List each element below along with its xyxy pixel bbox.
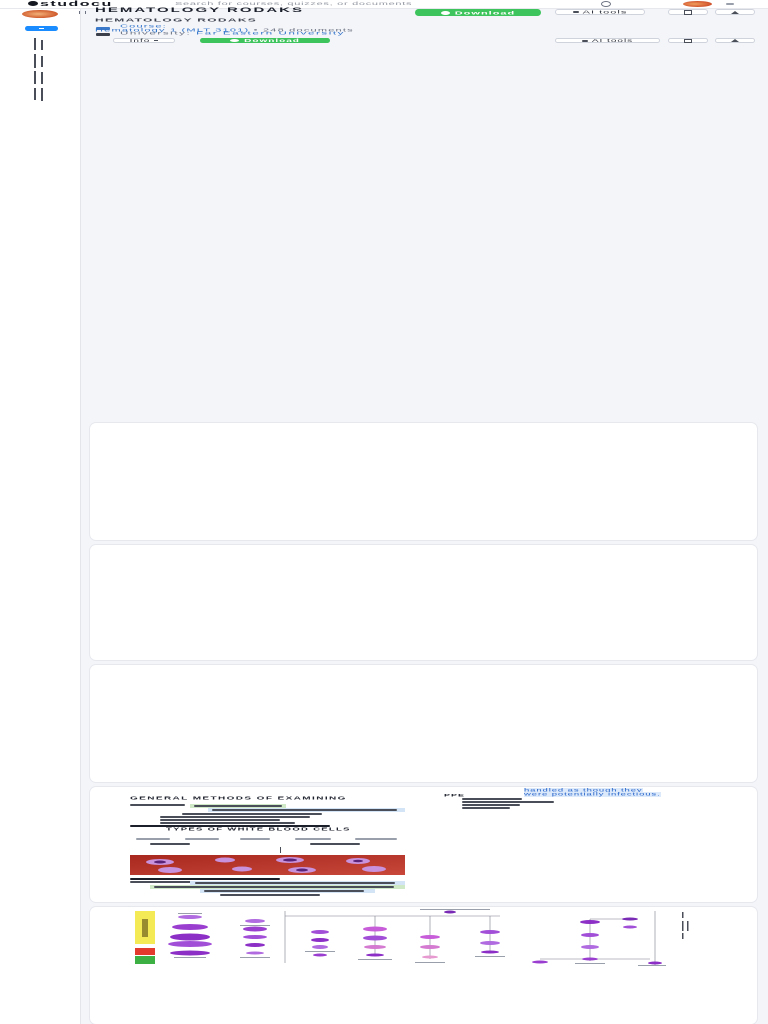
- text-line: [194, 805, 282, 807]
- download-button[interactable]: Download: [415, 9, 541, 16]
- share-button[interactable]: [715, 9, 755, 15]
- sidebar-item-icon: [34, 88, 36, 100]
- university-line: University: Far Eastern University: [120, 31, 345, 36]
- sidebar-item[interactable]: [30, 71, 50, 85]
- cell-label: [185, 838, 219, 840]
- cell-label: [240, 838, 270, 840]
- university-link[interactable]: Far Eastern University: [196, 31, 345, 36]
- create-button[interactable]: [25, 26, 58, 31]
- text-line: [182, 813, 322, 815]
- highlighted-note: were potentially infectious.: [524, 792, 661, 797]
- sidebar-item-icon: [41, 40, 43, 50]
- document-page-1: [90, 423, 757, 540]
- share-button-secondary[interactable]: [715, 38, 755, 43]
- text-line: [204, 890, 364, 892]
- ppe-list-item: [462, 807, 510, 809]
- cloud-download-icon: [440, 10, 450, 15]
- document-page-4: handled as though they were potentially …: [90, 787, 757, 902]
- ppe-list-item: [462, 801, 554, 803]
- document-page-2: [90, 545, 757, 660]
- cell-label: [295, 838, 331, 840]
- lineage-legend-blocks: [135, 911, 155, 964]
- sidebar-item-icon: [34, 38, 36, 50]
- vertical-side-labels: [682, 912, 689, 939]
- ai-tools-button[interactable]: AI tools: [555, 9, 645, 15]
- download-label: Download: [244, 37, 300, 43]
- info-button[interactable]: Info: [113, 38, 175, 43]
- sidebar-item-icon: [41, 88, 43, 101]
- sidebar-item-icon: [34, 54, 36, 68]
- bookmark-icon: [684, 9, 692, 15]
- cloud-download-icon: [230, 39, 240, 42]
- share-icon: [731, 39, 739, 42]
- chevron-down-icon: [154, 40, 159, 41]
- ppe-list-item: [462, 798, 522, 800]
- hematopoiesis-diagram: [135, 909, 689, 966]
- cell-label: [355, 838, 397, 840]
- text-line: [212, 809, 397, 811]
- chevron-down-icon[interactable]: [726, 3, 734, 5]
- cell-label: [136, 838, 170, 840]
- search-icon[interactable]: [601, 1, 611, 7]
- left-sidebar: [0, 9, 81, 1024]
- info-label: Info: [129, 37, 151, 43]
- sidebar-promo-image[interactable]: [22, 10, 58, 18]
- section-heading: GENERAL METHODS OF EXAMINING: [130, 796, 347, 801]
- blood-smear-image: [130, 855, 405, 875]
- sidebar-nav: [30, 37, 50, 103]
- document-header: HEMATOLOGY RODAKS Download AI tools HEMA…: [82, 6, 768, 49]
- bookmark-button-secondary[interactable]: [668, 38, 708, 43]
- sidebar-item-icon: [34, 71, 36, 84]
- connector-lines: [284, 911, 656, 965]
- text-line: [310, 843, 360, 845]
- plus-icon: [39, 28, 44, 29]
- university-label: University:: [120, 31, 192, 36]
- text-line: [130, 804, 185, 806]
- arrow-down-icon: [280, 847, 281, 853]
- user-avatar[interactable]: [683, 1, 712, 7]
- download-label: Download: [454, 9, 516, 16]
- text-line: [150, 843, 190, 845]
- sparkle-icon: [581, 39, 588, 42]
- sidebar-item-icon: [41, 56, 43, 67]
- ai-tools-button-secondary[interactable]: AI tools: [555, 38, 660, 43]
- document-page-5: [90, 907, 757, 1024]
- ppe-list-item: [462, 804, 520, 806]
- document-title: HEMATOLOGY RODAKS: [95, 6, 305, 14]
- sidebar-item-icon: [41, 72, 43, 84]
- bookmark-icon: [684, 38, 692, 43]
- sidebar-item[interactable]: [30, 88, 50, 102]
- section-heading: TYPES OF WHITE BLOOD CELLS: [166, 827, 351, 832]
- text-line: [160, 819, 280, 821]
- text-line: [195, 882, 395, 884]
- share-icon: [731, 10, 739, 14]
- cell-illustrations: [168, 910, 662, 965]
- ai-tools-label: AI tools: [591, 37, 634, 43]
- studocu-logo-icon: [28, 1, 38, 6]
- text-line: [154, 886, 394, 888]
- download-button-secondary[interactable]: Download: [200, 38, 330, 43]
- ppe-heading: PPE: [444, 793, 466, 798]
- document-page-3: [90, 665, 757, 782]
- ai-tools-label: AI tools: [582, 9, 628, 15]
- document-subtitle: HEMATOLOGY RODAKS: [95, 17, 258, 23]
- text-line: [220, 894, 320, 896]
- sparkle-icon: [572, 11, 579, 13]
- bookmark-button[interactable]: [668, 9, 708, 15]
- graduation-cap-icon: [96, 33, 110, 36]
- text-line: [160, 822, 295, 824]
- text-line: [160, 816, 310, 818]
- text-line: [130, 878, 280, 880]
- sidebar-item[interactable]: [30, 54, 50, 68]
- sidebar-item[interactable]: [30, 37, 50, 51]
